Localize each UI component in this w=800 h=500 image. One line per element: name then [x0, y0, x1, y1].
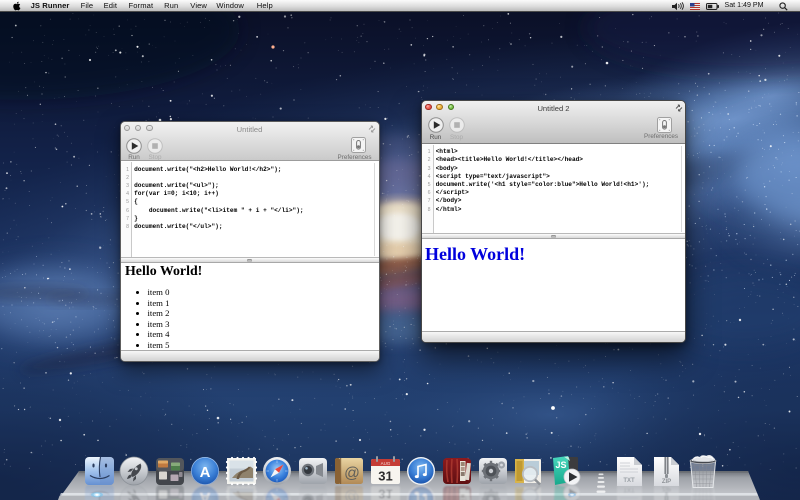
svg-text:@: @ — [344, 465, 360, 482]
svg-text:TXT: TXT — [623, 478, 635, 484]
svg-text:AUG: AUG — [381, 461, 391, 466]
svg-text:A: A — [200, 464, 211, 481]
svg-text:ZIP: ZIP — [662, 479, 671, 485]
svg-text:31: 31 — [378, 469, 392, 484]
svg-text:JS: JS — [555, 460, 566, 470]
